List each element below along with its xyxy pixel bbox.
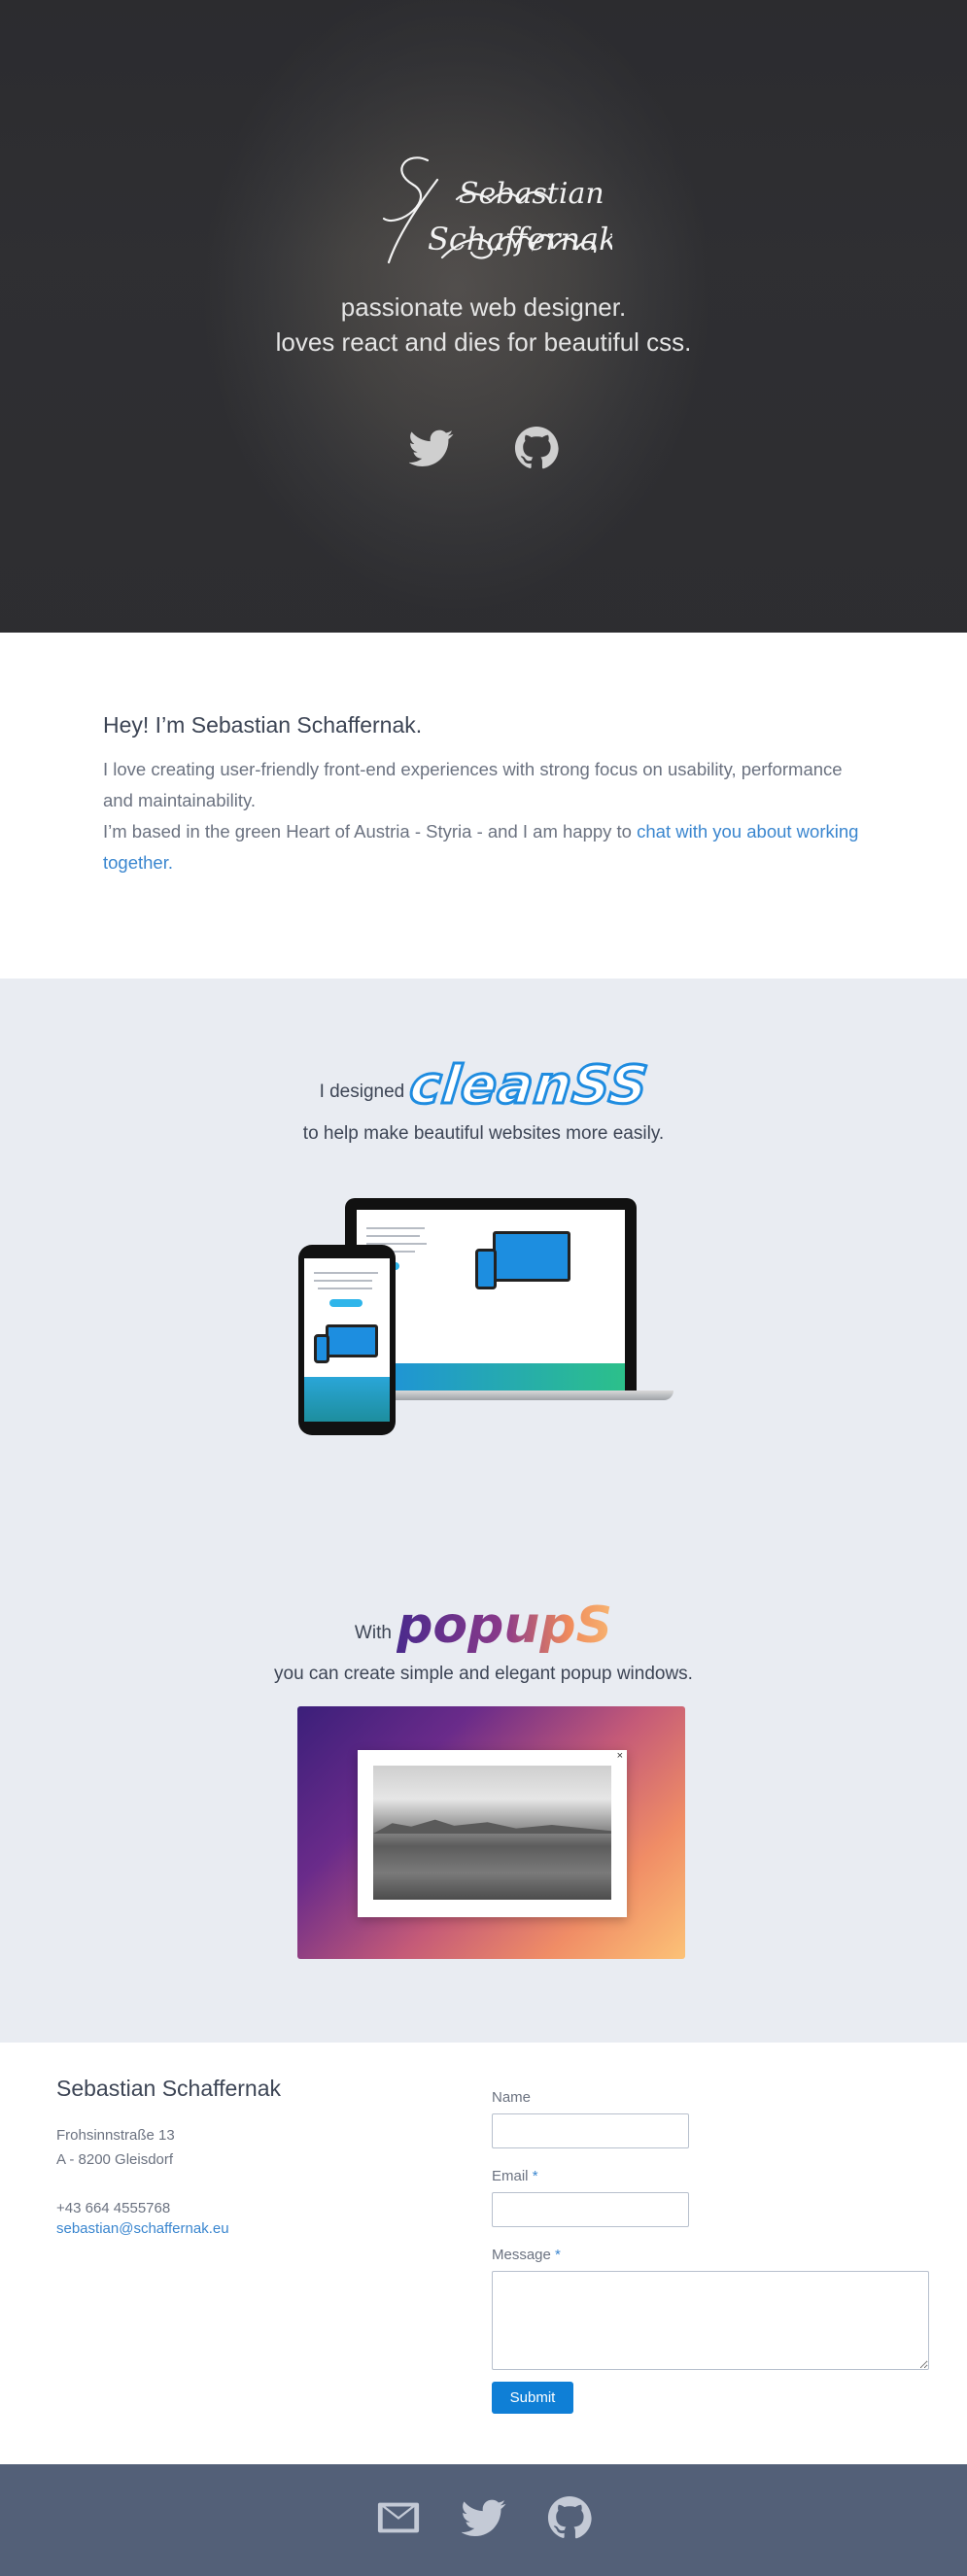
intro-paragraph-1: I love creating user-friendly front-end … bbox=[103, 759, 843, 810]
cleanss-devices-mockup bbox=[294, 1198, 673, 1441]
projects-section: I designed cleanSS to help make beautifu… bbox=[0, 979, 967, 2043]
contact-section: Sebastian Schaffernak Frohsinnstraße 13 … bbox=[0, 2043, 967, 2464]
intro-section: Hey! I’m Sebastian Schaffernak. I love c… bbox=[0, 633, 967, 979]
twitter-link[interactable] bbox=[407, 426, 454, 475]
contact-street: Frohsinnstraße 13 bbox=[56, 2127, 175, 2144]
contact-email-link[interactable]: sebastian@schaffernak.eu bbox=[56, 2220, 229, 2237]
name-field[interactable] bbox=[492, 2113, 689, 2148]
footer bbox=[0, 2464, 967, 2576]
contact-name: Sebastian Schaffernak bbox=[56, 2076, 282, 2101]
contact-phone: +43 664 4555768 bbox=[56, 2200, 171, 2216]
intro-heading: Hey! I’m Sebastian Schaffernak. bbox=[103, 712, 423, 738]
twitter-icon bbox=[407, 429, 453, 466]
cleanss-logo[interactable]: cleanSS bbox=[405, 1053, 653, 1117]
github-icon bbox=[547, 2495, 592, 2539]
cleanss-description: to help make beautiful websites more eas… bbox=[302, 1123, 665, 1144]
footer-mail-link[interactable] bbox=[376, 2495, 421, 2545]
contact-details: Sebastian Schaffernak Frohsinnstraße 13 … bbox=[56, 2076, 281, 2238]
email-label: Email * bbox=[492, 2168, 929, 2184]
signature-line1: Sebastian bbox=[459, 177, 604, 211]
required-marker: * bbox=[555, 2247, 561, 2263]
hero-tagline: passionate web designer. loves react and… bbox=[0, 290, 967, 360]
intro-paragraph-2-text: I’m based in the green Heart of Austria … bbox=[103, 821, 638, 841]
phone-mockup bbox=[298, 1245, 396, 1435]
footer-twitter-link[interactable] bbox=[460, 2495, 506, 2545]
submit-button[interactable]: Submit bbox=[492, 2382, 573, 2414]
popups-heading: With popupS bbox=[0, 1597, 967, 1655]
tagline-line1: passionate web designer. bbox=[340, 292, 627, 322]
tagline-line2: loves react and dies for beautiful css. bbox=[275, 327, 692, 357]
close-icon[interactable]: × bbox=[617, 1750, 623, 1762]
message-label-text: Message bbox=[492, 2247, 551, 2263]
contact-city: A - 8200 Gleisdorf bbox=[56, 2151, 174, 2168]
email-field[interactable] bbox=[492, 2192, 689, 2227]
cleanss-heading: I designed cleanSS bbox=[0, 1053, 967, 1117]
github-icon bbox=[514, 426, 559, 469]
popups-description: you can create simple and elegant popup … bbox=[274, 1664, 693, 1684]
signature-line2: Schaffernak bbox=[428, 221, 612, 258]
message-field[interactable] bbox=[492, 2271, 929, 2370]
email-label-text: Email bbox=[492, 2168, 529, 2184]
mail-icon bbox=[377, 2502, 419, 2533]
contact-form: Name Email * Message * Submit bbox=[492, 2089, 929, 2414]
name-label-text: Name bbox=[492, 2089, 532, 2106]
hero-section: Sebastian Schaffernak passionate web des… bbox=[0, 0, 967, 633]
name-label: Name bbox=[492, 2089, 929, 2106]
popups-demo-image: × bbox=[297, 1706, 685, 1959]
popups-prefix: With bbox=[354, 1623, 392, 1643]
cleanss-prefix: I designed bbox=[319, 1082, 405, 1102]
signature-logo: Sebastian Schaffernak bbox=[382, 156, 612, 264]
landscape-photo bbox=[373, 1766, 611, 1900]
required-marker: * bbox=[532, 2168, 538, 2184]
intro-paragraph-2: I’m based in the green Heart of Austria … bbox=[103, 816, 864, 878]
footer-github-link[interactable] bbox=[547, 2495, 592, 2545]
popups-logo[interactable]: popupS bbox=[397, 1597, 612, 1655]
twitter-icon bbox=[460, 2499, 505, 2536]
popup-window: × bbox=[358, 1750, 627, 1917]
github-link[interactable] bbox=[514, 426, 559, 475]
hero-social-links bbox=[0, 426, 967, 475]
message-label: Message * bbox=[492, 2247, 929, 2263]
